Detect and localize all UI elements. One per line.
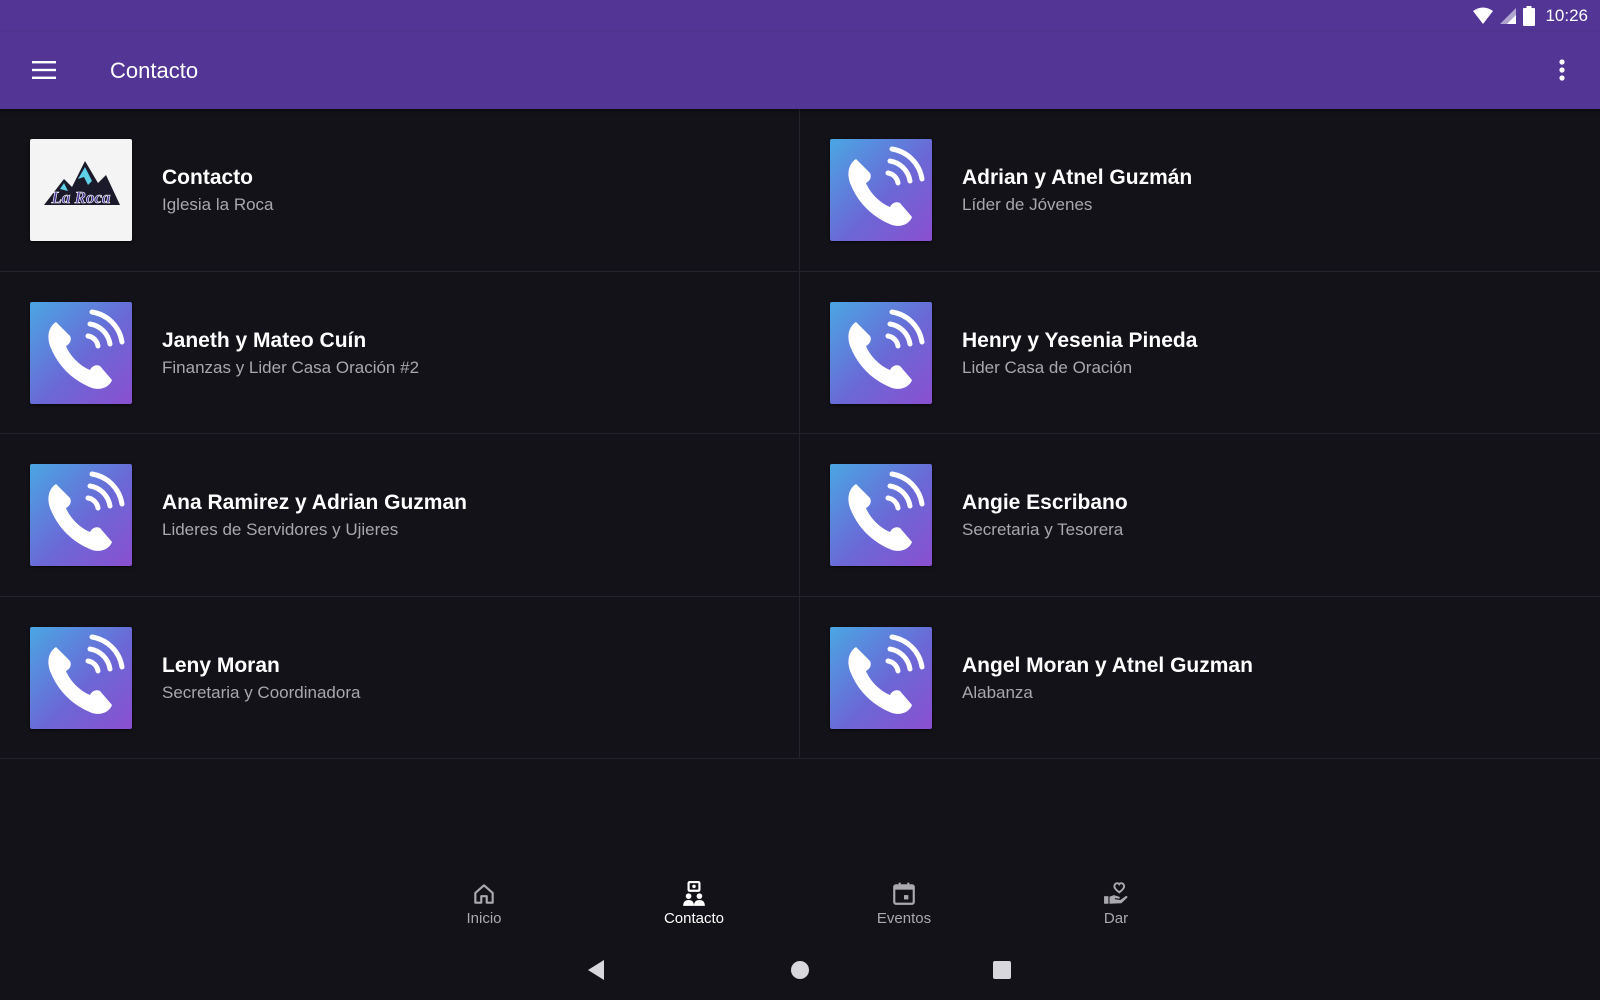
contact-card[interactable]: Ana Ramirez y Adrian Guzman Lideres de S… xyxy=(0,434,800,597)
logo-text: La Roca xyxy=(50,188,111,207)
menu-icon xyxy=(32,61,56,79)
contact-role: Líder de Jóvenes xyxy=(962,195,1093,214)
contact-card[interactable]: Leny Moran Secretaria y Coordinadora xyxy=(0,596,800,759)
contact-role: Secretaria y Coordinadora xyxy=(162,682,361,702)
contact-name: Ana Ramirez y Adrian Guzman xyxy=(162,491,467,514)
wifi-icon xyxy=(1473,7,1494,24)
contact-role: Secretaria y Tesorera xyxy=(962,520,1124,539)
menu-button[interactable] xyxy=(20,46,68,94)
contact-role: Alabanza xyxy=(962,682,1033,702)
more-vert-icon xyxy=(1559,59,1565,81)
contact-name: Janeth y Mateo Cuín xyxy=(162,328,367,352)
system-recents-button[interactable] xyxy=(978,946,1026,994)
nav-label: Dar xyxy=(1103,910,1129,927)
system-navigation-bar xyxy=(0,946,1600,994)
overflow-menu-button[interactable] xyxy=(1538,46,1586,94)
phone-icon xyxy=(30,626,132,729)
contact-name: Contacto xyxy=(162,166,253,189)
recents-icon xyxy=(993,961,1011,979)
nav-label: Contacto xyxy=(663,910,725,927)
church-logo: La Roca xyxy=(30,139,132,241)
app-bar: Contacto xyxy=(0,32,1600,109)
back-icon xyxy=(588,960,604,980)
battery-icon xyxy=(1523,6,1536,26)
contacts-icon xyxy=(683,881,705,906)
phone-icon xyxy=(30,464,132,566)
contact-name: Leny Moran xyxy=(162,653,280,677)
signal-icon xyxy=(1500,8,1517,24)
status-icons: 10:26 xyxy=(1473,4,1588,28)
phone-icon xyxy=(830,139,932,241)
contact-card[interactable]: Angel Moran y Atnel Guzman Alabanza xyxy=(800,597,1600,759)
nav-label: Inicio xyxy=(466,910,502,927)
contact-role: Finanzas y Lider Casa Oración #2 xyxy=(162,357,420,377)
contact-grid: La Roca Contacto Iglesia la Roca Adrian … xyxy=(0,109,1600,759)
status-bar: 10:26 xyxy=(0,0,1600,32)
phone-icon xyxy=(830,626,932,729)
give-heart-icon xyxy=(1104,882,1128,904)
status-time: 10:26 xyxy=(1545,6,1588,25)
contact-card[interactable]: Henry y Yesenia Pineda Lider Casa de Ora… xyxy=(800,272,1600,434)
nav-item-inicio[interactable]: Inicio xyxy=(424,866,544,938)
contact-name: Angel Moran y Atnel Guzman xyxy=(962,653,1253,677)
nav-label: Eventos xyxy=(876,910,932,927)
page-title: Contacto xyxy=(110,58,199,83)
system-home-button[interactable] xyxy=(776,946,824,994)
contact-name: Angie Escribano xyxy=(962,491,1128,514)
contact-role: Iglesia la Roca xyxy=(162,195,274,214)
nav-item-dar[interactable]: Dar xyxy=(1056,866,1176,938)
contact-name: Adrian y Atnel Guzmán xyxy=(962,166,1193,189)
phone-icon xyxy=(830,464,932,566)
contact-card[interactable]: La Roca Contacto Iglesia la Roca xyxy=(0,109,800,272)
contact-card[interactable]: Angie Escribano Secretaria y Tesorera xyxy=(800,434,1600,597)
home-circle-icon xyxy=(791,961,809,979)
system-back-button[interactable] xyxy=(572,946,620,994)
phone-icon xyxy=(830,301,932,404)
contact-card[interactable]: Janeth y Mateo Cuín Finanzas y Lider Cas… xyxy=(0,271,800,434)
nav-item-contacto[interactable]: Contacto xyxy=(634,866,754,938)
nav-item-eventos[interactable]: Eventos xyxy=(844,866,964,938)
contact-card[interactable]: Adrian y Atnel Guzmán Líder de Jóvenes xyxy=(800,109,1600,272)
home-icon xyxy=(474,884,494,904)
calendar-icon xyxy=(893,882,915,905)
contact-role: Lider Casa de Oración xyxy=(962,357,1133,377)
bottom-navigation: Inicio Contacto Eventos Dar xyxy=(0,866,1600,938)
phone-icon xyxy=(30,301,132,404)
contact-role: Lideres de Servidores y Ujieres xyxy=(162,520,399,539)
contact-name: Henry y Yesenia Pineda xyxy=(962,328,1198,352)
